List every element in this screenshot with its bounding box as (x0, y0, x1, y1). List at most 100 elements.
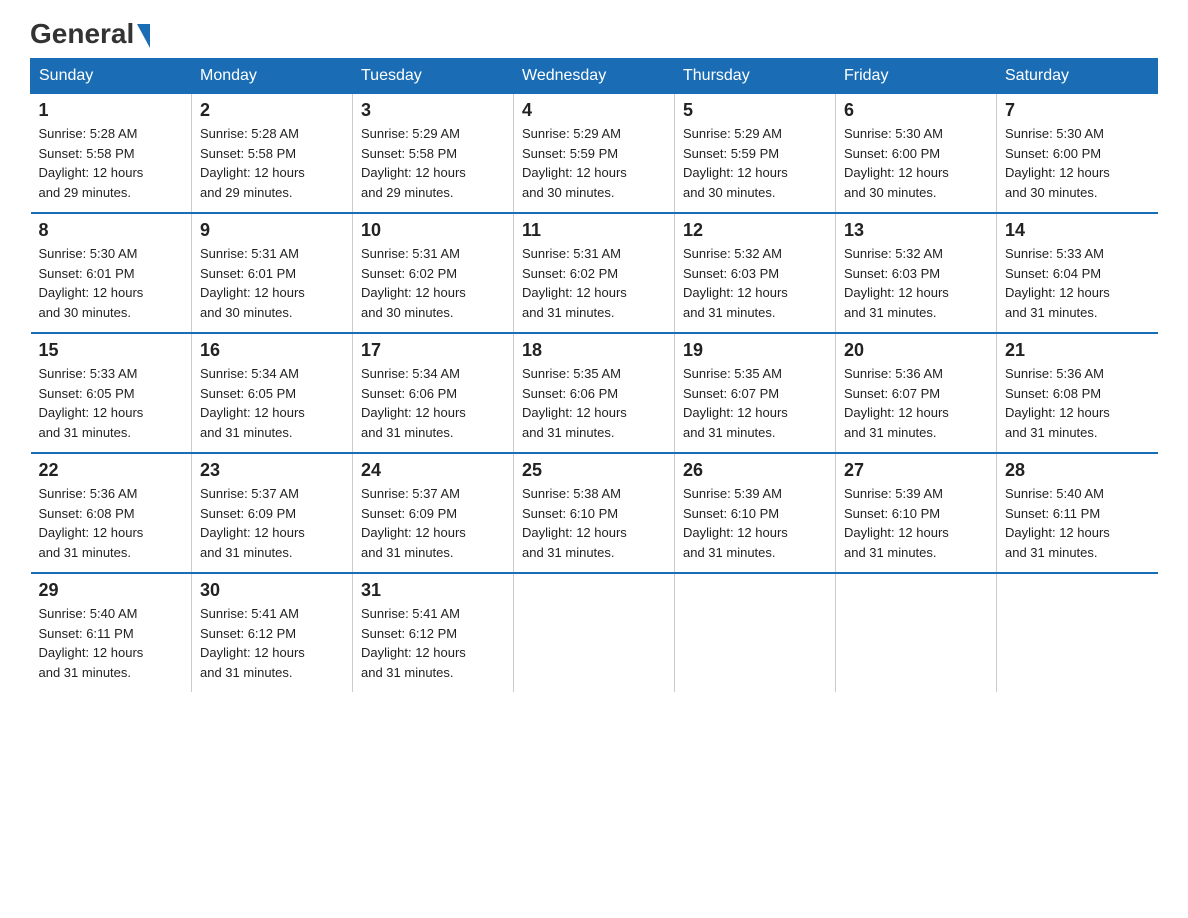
calendar-cell: 28 Sunrise: 5:40 AMSunset: 6:11 PMDaylig… (997, 453, 1158, 573)
calendar-cell: 19 Sunrise: 5:35 AMSunset: 6:07 PMDaylig… (675, 333, 836, 453)
logo-general-text: General (30, 20, 134, 48)
day-info: Sunrise: 5:29 AMSunset: 5:59 PMDaylight:… (683, 126, 788, 200)
calendar-cell: 16 Sunrise: 5:34 AMSunset: 6:05 PMDaylig… (192, 333, 353, 453)
day-number: 7 (1005, 100, 1150, 121)
day-number: 21 (1005, 340, 1150, 361)
day-number: 10 (361, 220, 505, 241)
day-info: Sunrise: 5:36 AMSunset: 6:07 PMDaylight:… (844, 366, 949, 440)
day-number: 18 (522, 340, 666, 361)
day-info: Sunrise: 5:39 AMSunset: 6:10 PMDaylight:… (844, 486, 949, 560)
calendar-cell: 9 Sunrise: 5:31 AMSunset: 6:01 PMDayligh… (192, 213, 353, 333)
calendar-cell: 23 Sunrise: 5:37 AMSunset: 6:09 PMDaylig… (192, 453, 353, 573)
calendar-cell: 12 Sunrise: 5:32 AMSunset: 6:03 PMDaylig… (675, 213, 836, 333)
day-info: Sunrise: 5:33 AMSunset: 6:04 PMDaylight:… (1005, 246, 1110, 320)
day-info: Sunrise: 5:28 AMSunset: 5:58 PMDaylight:… (200, 126, 305, 200)
calendar-week-row: 1 Sunrise: 5:28 AMSunset: 5:58 PMDayligh… (31, 94, 1158, 214)
day-info: Sunrise: 5:32 AMSunset: 6:03 PMDaylight:… (683, 246, 788, 320)
calendar-table: SundayMondayTuesdayWednesdayThursdayFrid… (30, 58, 1158, 692)
day-number: 1 (39, 100, 184, 121)
calendar-cell (675, 573, 836, 692)
day-info: Sunrise: 5:35 AMSunset: 6:06 PMDaylight:… (522, 366, 627, 440)
calendar-cell: 5 Sunrise: 5:29 AMSunset: 5:59 PMDayligh… (675, 94, 836, 214)
calendar-cell: 17 Sunrise: 5:34 AMSunset: 6:06 PMDaylig… (353, 333, 514, 453)
day-number: 27 (844, 460, 988, 481)
day-info: Sunrise: 5:41 AMSunset: 6:12 PMDaylight:… (361, 606, 466, 680)
calendar-cell: 14 Sunrise: 5:33 AMSunset: 6:04 PMDaylig… (997, 213, 1158, 333)
day-number: 23 (200, 460, 344, 481)
weekday-header-saturday: Saturday (997, 59, 1158, 94)
calendar-cell: 2 Sunrise: 5:28 AMSunset: 5:58 PMDayligh… (192, 94, 353, 214)
day-info: Sunrise: 5:31 AMSunset: 6:02 PMDaylight:… (361, 246, 466, 320)
logo: General (30, 20, 152, 40)
calendar-cell: 29 Sunrise: 5:40 AMSunset: 6:11 PMDaylig… (31, 573, 192, 692)
calendar-cell: 11 Sunrise: 5:31 AMSunset: 6:02 PMDaylig… (514, 213, 675, 333)
day-info: Sunrise: 5:30 AMSunset: 6:00 PMDaylight:… (844, 126, 949, 200)
day-info: Sunrise: 5:36 AMSunset: 6:08 PMDaylight:… (39, 486, 144, 560)
day-info: Sunrise: 5:32 AMSunset: 6:03 PMDaylight:… (844, 246, 949, 320)
calendar-week-row: 15 Sunrise: 5:33 AMSunset: 6:05 PMDaylig… (31, 333, 1158, 453)
day-number: 25 (522, 460, 666, 481)
day-info: Sunrise: 5:37 AMSunset: 6:09 PMDaylight:… (200, 486, 305, 560)
day-number: 16 (200, 340, 344, 361)
day-info: Sunrise: 5:40 AMSunset: 6:11 PMDaylight:… (39, 606, 144, 680)
calendar-cell: 31 Sunrise: 5:41 AMSunset: 6:12 PMDaylig… (353, 573, 514, 692)
calendar-week-row: 22 Sunrise: 5:36 AMSunset: 6:08 PMDaylig… (31, 453, 1158, 573)
calendar-cell (514, 573, 675, 692)
day-number: 6 (844, 100, 988, 121)
day-number: 26 (683, 460, 827, 481)
day-number: 31 (361, 580, 505, 601)
calendar-cell: 6 Sunrise: 5:30 AMSunset: 6:00 PMDayligh… (836, 94, 997, 214)
day-info: Sunrise: 5:34 AMSunset: 6:05 PMDaylight:… (200, 366, 305, 440)
day-number: 5 (683, 100, 827, 121)
day-number: 22 (39, 460, 184, 481)
weekday-header-sunday: Sunday (31, 59, 192, 94)
weekday-header-row: SundayMondayTuesdayWednesdayThursdayFrid… (31, 59, 1158, 94)
day-number: 15 (39, 340, 184, 361)
weekday-header-friday: Friday (836, 59, 997, 94)
day-info: Sunrise: 5:35 AMSunset: 6:07 PMDaylight:… (683, 366, 788, 440)
day-number: 9 (200, 220, 344, 241)
day-number: 19 (683, 340, 827, 361)
day-number: 13 (844, 220, 988, 241)
calendar-cell: 25 Sunrise: 5:38 AMSunset: 6:10 PMDaylig… (514, 453, 675, 573)
calendar-cell: 22 Sunrise: 5:36 AMSunset: 6:08 PMDaylig… (31, 453, 192, 573)
day-number: 2 (200, 100, 344, 121)
calendar-cell: 21 Sunrise: 5:36 AMSunset: 6:08 PMDaylig… (997, 333, 1158, 453)
calendar-cell: 7 Sunrise: 5:30 AMSunset: 6:00 PMDayligh… (997, 94, 1158, 214)
calendar-cell (836, 573, 997, 692)
calendar-week-row: 29 Sunrise: 5:40 AMSunset: 6:11 PMDaylig… (31, 573, 1158, 692)
weekday-header-wednesday: Wednesday (514, 59, 675, 94)
day-info: Sunrise: 5:28 AMSunset: 5:58 PMDaylight:… (39, 126, 144, 200)
weekday-header-thursday: Thursday (675, 59, 836, 94)
day-info: Sunrise: 5:36 AMSunset: 6:08 PMDaylight:… (1005, 366, 1110, 440)
calendar-cell: 8 Sunrise: 5:30 AMSunset: 6:01 PMDayligh… (31, 213, 192, 333)
calendar-cell (997, 573, 1158, 692)
day-number: 24 (361, 460, 505, 481)
day-info: Sunrise: 5:39 AMSunset: 6:10 PMDaylight:… (683, 486, 788, 560)
calendar-cell: 30 Sunrise: 5:41 AMSunset: 6:12 PMDaylig… (192, 573, 353, 692)
day-number: 8 (39, 220, 184, 241)
calendar-cell: 15 Sunrise: 5:33 AMSunset: 6:05 PMDaylig… (31, 333, 192, 453)
day-info: Sunrise: 5:29 AMSunset: 5:59 PMDaylight:… (522, 126, 627, 200)
weekday-header-monday: Monday (192, 59, 353, 94)
calendar-cell: 4 Sunrise: 5:29 AMSunset: 5:59 PMDayligh… (514, 94, 675, 214)
day-number: 14 (1005, 220, 1150, 241)
day-info: Sunrise: 5:33 AMSunset: 6:05 PMDaylight:… (39, 366, 144, 440)
calendar-cell: 27 Sunrise: 5:39 AMSunset: 6:10 PMDaylig… (836, 453, 997, 573)
day-info: Sunrise: 5:31 AMSunset: 6:01 PMDaylight:… (200, 246, 305, 320)
day-number: 20 (844, 340, 988, 361)
day-number: 11 (522, 220, 666, 241)
calendar-cell: 3 Sunrise: 5:29 AMSunset: 5:58 PMDayligh… (353, 94, 514, 214)
day-info: Sunrise: 5:29 AMSunset: 5:58 PMDaylight:… (361, 126, 466, 200)
calendar-week-row: 8 Sunrise: 5:30 AMSunset: 6:01 PMDayligh… (31, 213, 1158, 333)
calendar-cell: 26 Sunrise: 5:39 AMSunset: 6:10 PMDaylig… (675, 453, 836, 573)
day-number: 4 (522, 100, 666, 121)
day-number: 29 (39, 580, 184, 601)
day-number: 3 (361, 100, 505, 121)
calendar-cell: 13 Sunrise: 5:32 AMSunset: 6:03 PMDaylig… (836, 213, 997, 333)
day-number: 28 (1005, 460, 1150, 481)
day-info: Sunrise: 5:30 AMSunset: 6:01 PMDaylight:… (39, 246, 144, 320)
calendar-cell: 24 Sunrise: 5:37 AMSunset: 6:09 PMDaylig… (353, 453, 514, 573)
day-number: 12 (683, 220, 827, 241)
calendar-cell: 1 Sunrise: 5:28 AMSunset: 5:58 PMDayligh… (31, 94, 192, 214)
